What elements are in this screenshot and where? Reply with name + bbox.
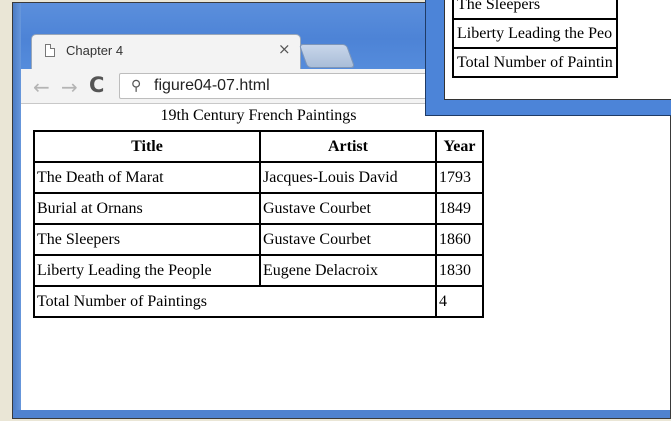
table-header-row: Title Artist Year xyxy=(34,131,483,162)
cell-year: 1830 xyxy=(436,255,483,286)
background-browser-window[interactable]: The Sleepers Liberty Leading the Peo Tot… xyxy=(425,0,671,116)
window-frame-bottom xyxy=(13,410,670,418)
page-content: 19th Century French Paintings Title Arti… xyxy=(21,104,670,410)
cell-artist: Eugene Delacroix xyxy=(260,255,436,286)
cell-year: 1849 xyxy=(436,193,483,224)
tab-title: Chapter 4 xyxy=(66,43,124,58)
cell-year: 1793 xyxy=(436,162,483,193)
url-text[interactable]: figure04-07.html xyxy=(154,77,270,95)
background-window-content: The Sleepers Liberty Leading the Peo Tot… xyxy=(444,0,671,100)
cell-title: Liberty Leading the Peo xyxy=(453,19,617,48)
cell-year: 1860 xyxy=(436,224,483,255)
close-icon[interactable]: × xyxy=(278,40,291,58)
table-caption: 19th Century French Paintings xyxy=(160,107,357,124)
cell-artist: Gustave Courbet xyxy=(260,193,436,224)
new-tab-button[interactable] xyxy=(298,44,356,68)
background-table: The Sleepers Liberty Leading the Peo Tot… xyxy=(452,0,618,78)
reload-icon[interactable]: C xyxy=(89,73,104,97)
total-value: 4 xyxy=(436,286,483,317)
cell-title: The Death of Marat xyxy=(34,162,260,193)
tab-chapter-4[interactable]: Chapter 4 × xyxy=(31,34,301,69)
cell-title: The Sleepers xyxy=(453,0,617,19)
page-icon xyxy=(45,44,55,57)
table-row: The Sleepers xyxy=(453,0,617,19)
back-arrow-icon[interactable]: ← xyxy=(33,75,50,99)
cell-title: Burial at Ornans xyxy=(34,193,260,224)
forward-arrow-icon[interactable]: → xyxy=(61,75,78,99)
cell-title: The Sleepers xyxy=(34,224,260,255)
column-header-artist: Artist xyxy=(260,131,436,162)
column-header-title: Title xyxy=(34,131,260,162)
table-footer-row: Total Number of Paintings 4 xyxy=(34,286,483,317)
cell-artist: Jacques-Louis David xyxy=(260,162,436,193)
total-label: Total Number of Paintings xyxy=(34,286,436,317)
table-row: Total Number of Paintin xyxy=(453,48,617,77)
paintings-table: Title Artist Year The Death of Marat Jac… xyxy=(33,130,484,318)
cell-title: Liberty Leading the People xyxy=(34,255,260,286)
table-row: Liberty Leading the Peo xyxy=(453,19,617,48)
table-row: Liberty Leading the People Eugene Delacr… xyxy=(34,255,483,286)
table-row: The Death of Marat Jacques-Louis David 1… xyxy=(34,162,483,193)
window-frame-left xyxy=(13,3,21,418)
table-row: The Sleepers Gustave Courbet 1860 xyxy=(34,224,483,255)
cell-artist: Gustave Courbet xyxy=(260,224,436,255)
total-label: Total Number of Paintin xyxy=(453,48,617,77)
search-icon: ⚲ xyxy=(131,78,142,94)
table-row: Burial at Ornans Gustave Courbet 1849 xyxy=(34,193,483,224)
column-header-year: Year xyxy=(436,131,483,162)
